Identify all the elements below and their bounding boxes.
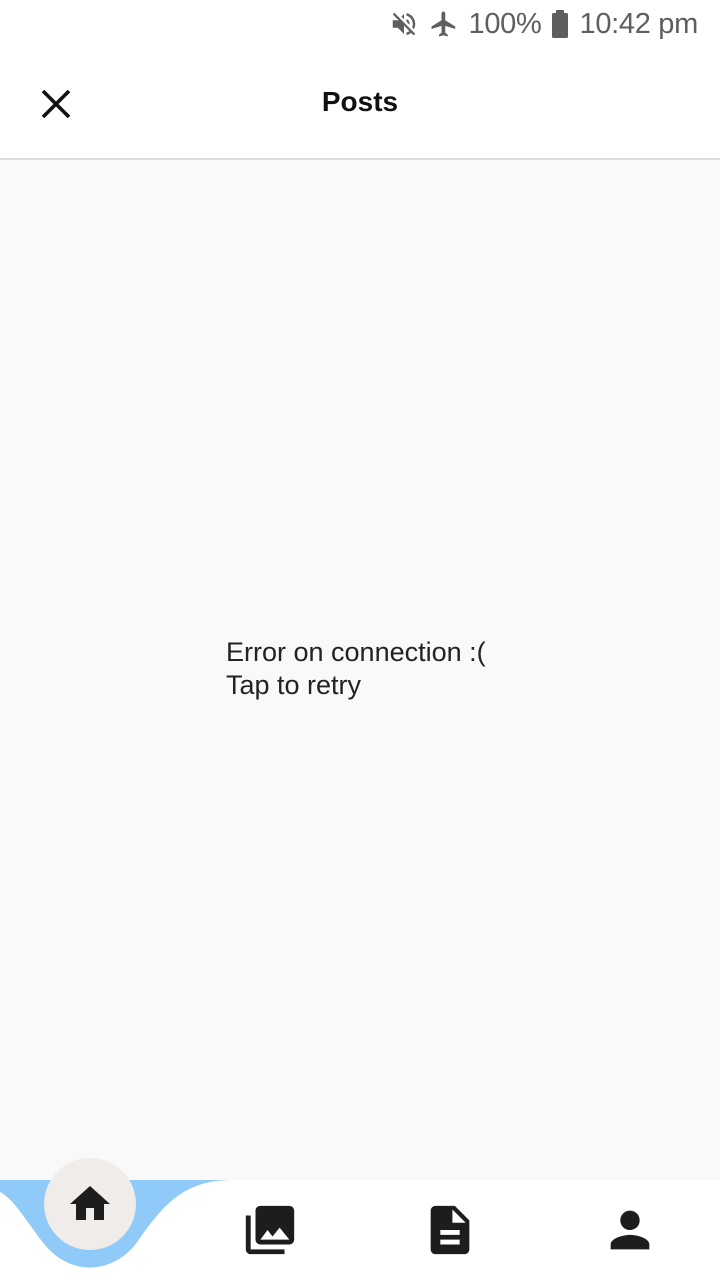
retry-text: Tap to retry bbox=[226, 670, 362, 700]
nav-documents[interactable] bbox=[420, 1200, 480, 1260]
page-title: Posts bbox=[321, 86, 399, 117]
home-icon bbox=[70, 1186, 110, 1220]
airplane-mode-icon bbox=[429, 9, 459, 39]
nav-photos[interactable] bbox=[240, 1200, 300, 1260]
bottom-navigation bbox=[0, 1158, 720, 1280]
retry-message[interactable]: Error on connection :( Tap to retry bbox=[226, 636, 486, 702]
nav-profile[interactable] bbox=[600, 1200, 660, 1260]
battery-icon bbox=[551, 10, 569, 38]
app-bar: Posts bbox=[0, 48, 720, 160]
battery-percent: 100% bbox=[468, 7, 542, 40]
posts-content: Error on connection :( Tap to retry bbox=[0, 162, 720, 1180]
mute-icon bbox=[389, 9, 419, 39]
error-text: Error on connection :( bbox=[226, 637, 486, 667]
person-icon bbox=[610, 1210, 650, 1250]
status-bar: 100% 10:42 pm bbox=[0, 0, 720, 48]
photo-library-icon bbox=[245, 1205, 295, 1255]
nav-home[interactable] bbox=[44, 1158, 136, 1250]
document-icon bbox=[430, 1205, 470, 1255]
status-icons: 100% 10:42 pm bbox=[389, 6, 698, 42]
clock: 10:42 pm bbox=[579, 7, 698, 40]
